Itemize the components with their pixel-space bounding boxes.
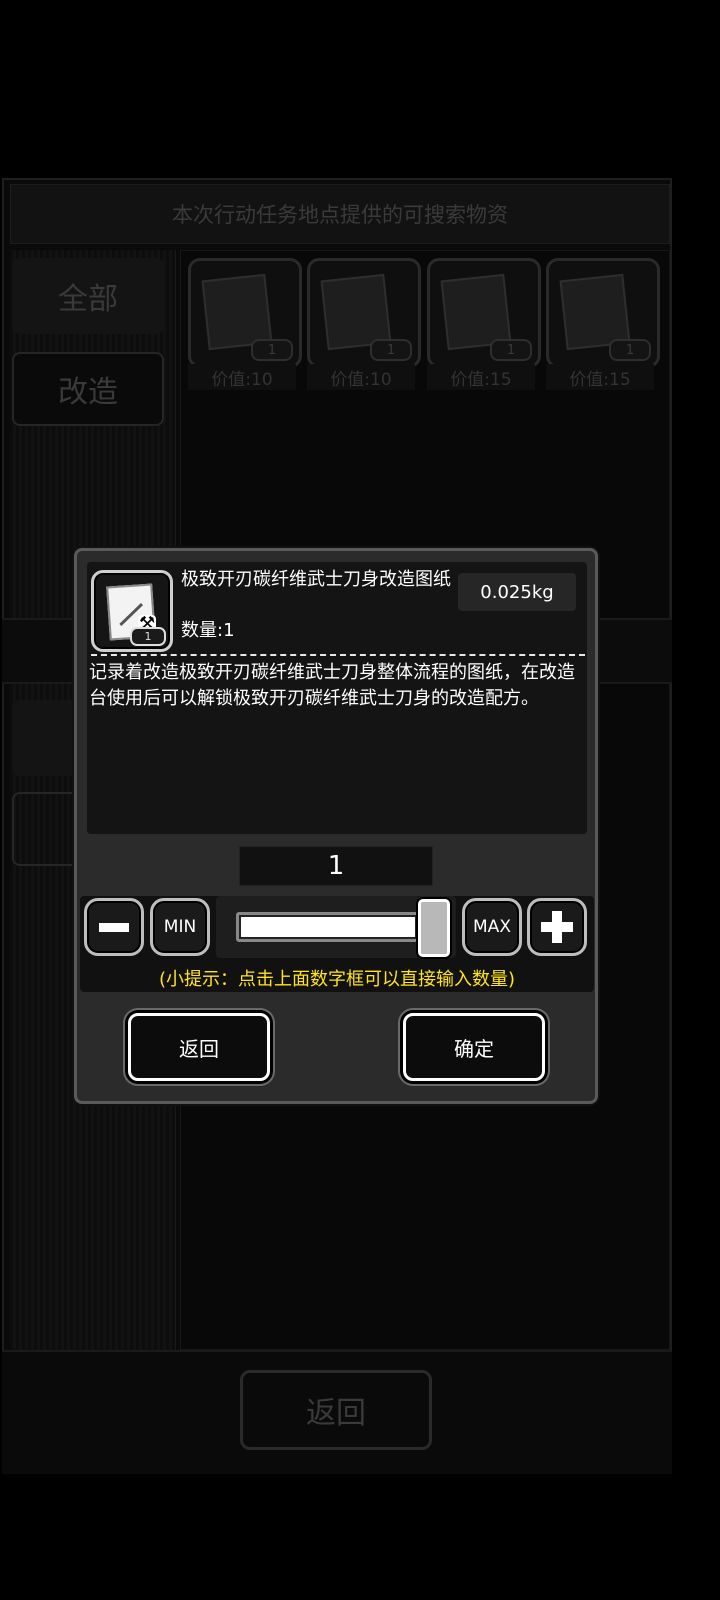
item-quantity: 数量:1 xyxy=(181,620,235,641)
min-button[interactable]: MIN xyxy=(150,898,210,956)
quantity-slider[interactable] xyxy=(236,912,420,942)
item-weight: 0.025kg xyxy=(458,573,576,611)
plus-icon xyxy=(541,911,573,943)
increase-button[interactable] xyxy=(527,898,587,956)
background-tab-mod: 改造 xyxy=(12,352,164,426)
minus-icon xyxy=(99,922,129,932)
background-title: 本次行动任务地点提供的可搜索物资 xyxy=(10,184,670,244)
item-name: 极致开刃碳纤维武士刀身改造图纸 xyxy=(181,569,451,590)
quantity-input[interactable]: 1 xyxy=(239,846,433,886)
quantity-slider-handle[interactable] xyxy=(418,899,450,957)
background-item-card: 1 价值:15 xyxy=(546,258,660,390)
blueprint-icon: ⚒ 1 xyxy=(91,570,173,652)
background-item-card: 1 价值:10 xyxy=(307,258,421,390)
background-item-card: 1 价值:15 xyxy=(427,258,541,390)
max-button[interactable]: MAX xyxy=(462,898,522,956)
confirm-button[interactable]: 确定 xyxy=(403,1013,545,1081)
decrease-button[interactable] xyxy=(84,898,144,956)
background-item-card: 1 价值:10 xyxy=(188,258,302,390)
background-back-button: 返回 xyxy=(240,1370,432,1450)
divider xyxy=(91,654,585,656)
hint-text: (小提示：点击上面数字框可以直接输入数量) xyxy=(158,969,516,990)
item-description: 记录着改造极致开刃碳纤维武士刀身整体流程的图纸，在改造台使用后可以解锁极致开刃碳… xyxy=(89,662,575,709)
back-button[interactable]: 返回 xyxy=(128,1013,270,1081)
item-count-badge: 1 xyxy=(130,627,166,646)
background-tab-all: 全部 xyxy=(12,258,164,334)
